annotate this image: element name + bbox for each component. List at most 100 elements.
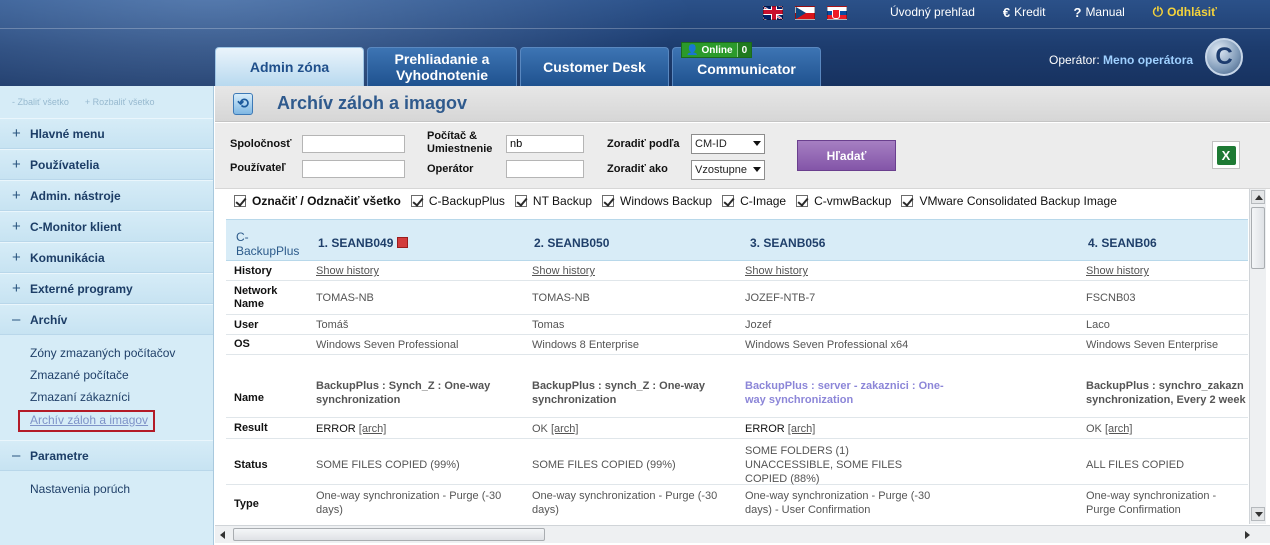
row-label: OS (234, 338, 250, 350)
table-row: Status SOME FILES COPIED (99%) SOME FILE… (226, 439, 1248, 485)
checkbox-cimage[interactable]: C-Image (722, 194, 786, 208)
sidebar-item-parameters[interactable]: – Parametre (0, 440, 213, 471)
sidebar-item-main-menu[interactable]: + Hlavné menu (0, 118, 213, 149)
type-filter-checkboxes: Označiť / Odznačiť všetko C-BackupPlus N… (234, 194, 1127, 208)
checkbox-vmware-consolidated[interactable]: VMware Consolidated Backup Image (901, 194, 1117, 208)
table-cell: BackupPlus : Synch_Z : One-way synchroni… (316, 380, 491, 406)
table-cell: OK [arch] (532, 423, 579, 435)
row-label: Type (234, 498, 259, 510)
sidebar-link-deleted-zones[interactable]: Zóny zmazaných počítačov (30, 344, 213, 366)
horizontal-scroll-thumb[interactable] (233, 528, 545, 541)
expand-all-link[interactable]: + Rozbaliť všetko (85, 97, 155, 107)
select-all-checkbox[interactable]: Označiť / Odznačiť všetko (234, 194, 401, 208)
table-cell: Windows Seven Professional x64 (745, 339, 909, 351)
plus-icon: + (12, 249, 21, 266)
operator-name[interactable]: Meno operátora (1103, 53, 1193, 67)
show-history-link[interactable]: Show history (745, 265, 808, 277)
sidebar-item-cmonitor-client[interactable]: + C-Monitor klient (0, 211, 213, 242)
company-input[interactable] (302, 135, 405, 153)
show-history-link[interactable]: Show history (532, 265, 595, 277)
sidebar-item-admin-tools[interactable]: + Admin. nástroje (0, 180, 213, 211)
scroll-down-button[interactable] (1251, 507, 1265, 521)
computer-input[interactable] (506, 135, 584, 153)
scroll-up-button[interactable] (1251, 190, 1265, 204)
show-history-link[interactable]: Show history (316, 265, 379, 277)
user-label: Používateľ (230, 162, 286, 174)
company-label: Spoločnosť (230, 138, 292, 150)
sidebar-item-external-programs[interactable]: + Externé programy (0, 273, 213, 304)
checkbox-ntbackup[interactable]: NT Backup (514, 194, 592, 208)
computer-link[interactable]: SEANB06 (1101, 236, 1156, 250)
horizontal-scrollbar[interactable] (215, 525, 1270, 543)
column-header: 1. SEANB049 (318, 236, 409, 250)
sidebar-item-users[interactable]: + Používatelia (0, 149, 213, 180)
logout-link[interactable]: ⏻ Odhlásiť (1153, 4, 1217, 20)
operator-input[interactable] (506, 160, 584, 178)
sidebar-link-deleted-customers[interactable]: Zmazaní zákazníci (30, 388, 213, 410)
table-cell: SOME FILES COPIED (99%) (532, 459, 676, 471)
sidebar-link-backup-archive[interactable]: Archív záloh a imagov (18, 410, 155, 432)
plus-icon: + (12, 125, 21, 142)
sort-by-select[interactable]: CM-ID (691, 134, 765, 154)
parameters-submenu: Nastavenia porúch (0, 471, 213, 510)
table-cell: ERROR [arch] (316, 423, 387, 435)
arch-link[interactable]: [arch] (359, 423, 387, 435)
operator-info: Operátor: Meno operátora (1049, 53, 1194, 67)
arrow-down-icon (1255, 512, 1263, 517)
arch-link[interactable]: [arch] (1105, 423, 1133, 435)
table-cell: TOMAS-NB (532, 292, 590, 304)
table-cell: Windows Seven Enterprise (1086, 339, 1219, 351)
sidebar-item-archive[interactable]: – Archív (0, 304, 213, 335)
checkbox-cbackupplus[interactable]: C-BackupPlus (410, 194, 505, 208)
user-input[interactable] (302, 160, 405, 178)
search-button[interactable]: Hľadať (797, 140, 896, 171)
tab-browse-evaluate[interactable]: Prehliadanie a Vyhodnotenie (367, 47, 517, 86)
show-history-link[interactable]: Show history (1086, 265, 1149, 277)
online-status-badge[interactable]: 👤 Online 0 (681, 42, 753, 58)
arch-link[interactable]: [arch] (788, 423, 816, 435)
vertical-scroll-thumb[interactable] (1251, 207, 1265, 269)
category-name: C-BackupPlus (236, 230, 300, 258)
company-logo: C (1205, 38, 1243, 76)
excel-icon: X (1216, 145, 1236, 165)
alert-icon[interactable] (397, 237, 409, 248)
sidebar-toggle-bar: - Zbaliť všetko + Rozbaliť všetko (0, 86, 213, 118)
collapse-all-link[interactable]: - Zbaliť všetko (12, 97, 69, 107)
checkbox-checked-icon (901, 195, 914, 207)
user-icon: 👤 (686, 44, 699, 56)
tab-admin-zone[interactable]: Admin zóna (215, 47, 364, 86)
plus-icon: + (12, 218, 21, 235)
archive-submenu: Zóny zmazaných počítačov Zmazané počítač… (0, 335, 213, 440)
arch-link[interactable]: [arch] (551, 423, 579, 435)
column-header: 2. SEANB050 (534, 236, 610, 250)
computer-link[interactable]: SEANB056 (763, 236, 825, 250)
czech-flag-icon[interactable] (795, 6, 815, 20)
chevron-down-icon (753, 141, 761, 146)
sort-order-label: Zoradiť ako (607, 163, 668, 175)
checkbox-windows-backup[interactable]: Windows Backup (602, 194, 712, 208)
sidebar-item-communication[interactable]: + Komunikácia (0, 242, 213, 273)
export-excel-button[interactable]: X (1212, 141, 1240, 169)
arrow-right-icon[interactable] (1245, 531, 1250, 539)
column-header: 3. SEANB056 (750, 236, 826, 250)
sort-order-select[interactable]: Vzostupne (691, 160, 765, 180)
computer-link[interactable]: SEANB050 (547, 236, 609, 250)
sidebar-link-fault-settings[interactable]: Nastavenia porúch (30, 480, 213, 502)
plus-icon: + (12, 156, 21, 173)
computer-label: Počítač & Umiestnenie (427, 130, 493, 155)
vertical-scrollbar[interactable] (1249, 189, 1266, 524)
page-title-bar: ⟲ Archív záloh a imagov (215, 86, 1270, 122)
tab-customer-desk[interactable]: Customer Desk (520, 47, 669, 86)
manual-link[interactable]: ? Manual (1073, 5, 1124, 20)
overview-link[interactable]: Úvodný prehľad (890, 5, 975, 19)
credit-link[interactable]: € Kredit (1003, 5, 1046, 20)
table-row: Result ERROR [arch] OK [arch] ERROR [arc… (226, 418, 1248, 439)
slovak-flag-icon[interactable] (827, 6, 847, 20)
checkbox-checked-icon (602, 195, 615, 207)
sidebar-link-deleted-computers[interactable]: Zmazané počítače (30, 366, 213, 388)
computer-link[interactable]: SEANB049 (331, 236, 393, 250)
english-flag-icon[interactable] (763, 6, 783, 20)
online-count: 0 (736, 43, 752, 57)
checkbox-cvmwbackup[interactable]: C-vmwBackup (796, 194, 891, 208)
arrow-left-icon[interactable] (220, 531, 225, 539)
